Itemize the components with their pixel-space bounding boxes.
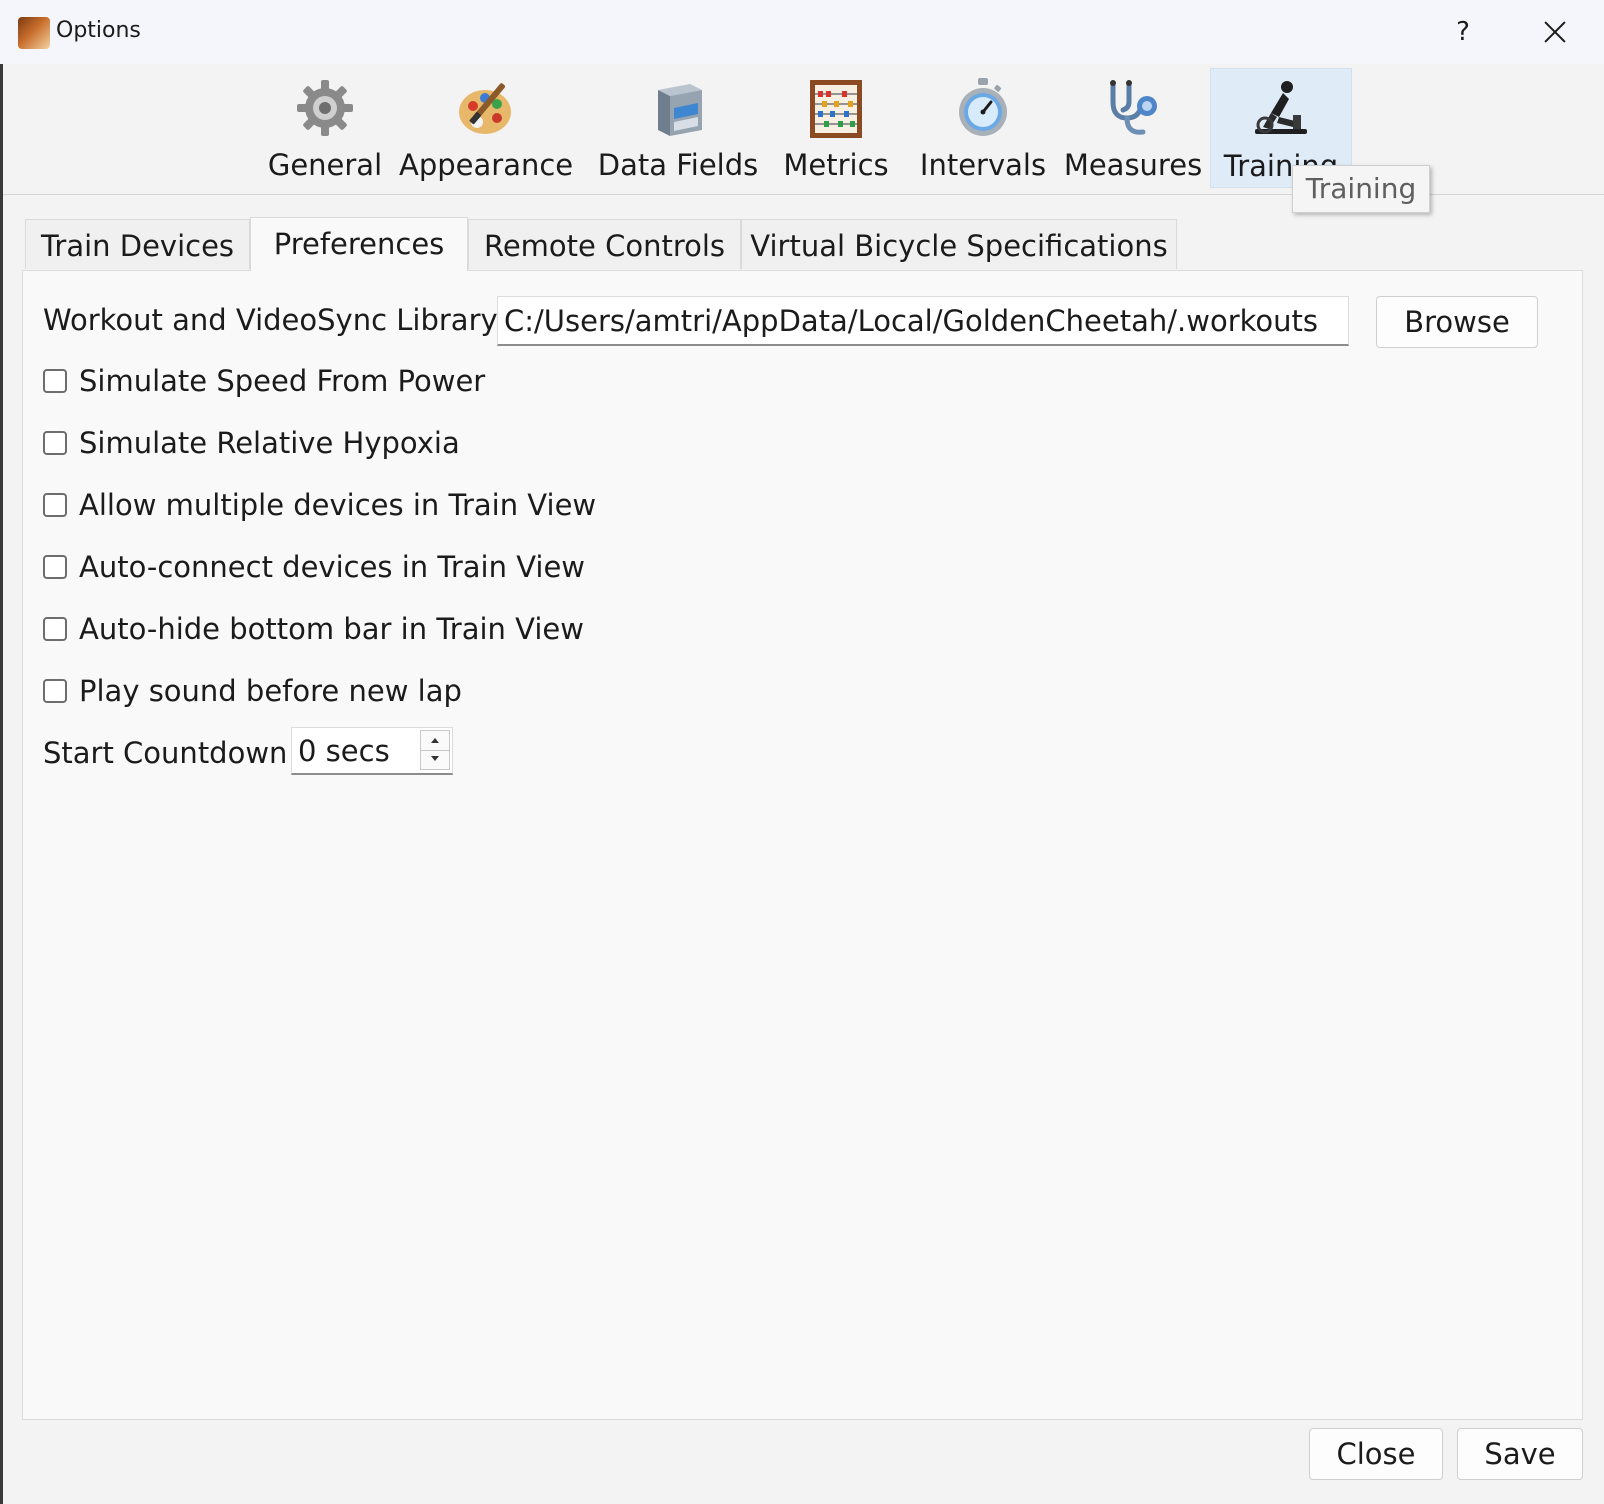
file-cabinet-icon [658,84,702,136]
section-appearance[interactable]: Appearance [399,68,574,188]
spin-buttons [420,730,450,770]
spin-down-icon[interactable] [421,750,449,769]
section-general[interactable]: General [255,68,395,188]
section-general-label: General [267,148,383,182]
checkbox-square[interactable] [43,555,67,579]
checkbox-label: Simulate Relative Hypoxia [79,426,460,460]
tab-virtual-bicycle-specifications[interactable]: Virtual Bicycle Specifications [741,219,1177,269]
options-dialog: Options ? General Appearance Data Fields… [0,0,1604,1504]
app-logo-icon [18,17,50,49]
tab-train-devices[interactable]: Train Devices [25,219,250,269]
close-button[interactable]: Close [1309,1428,1443,1480]
close-icon[interactable] [1530,10,1580,54]
tab-remote-controls[interactable]: Remote Controls [468,219,741,269]
tab-preferences[interactable]: Preferences [250,217,468,271]
checkbox-label: Play sound before new lap [79,674,462,708]
section-measures[interactable]: Measures [1063,68,1203,188]
help-button[interactable]: ? [1440,10,1486,54]
section-metrics-label: Metrics [783,148,889,182]
checkbox-square[interactable] [43,617,67,641]
section-appearance-label: Appearance [399,148,574,182]
browse-button[interactable]: Browse [1376,296,1538,348]
checkbox-label: Allow multiple devices in Train View [79,488,597,522]
trainer-icon [1255,81,1307,134]
section-intervals[interactable]: Intervals [909,68,1057,188]
stethoscope-icon [1110,80,1157,135]
workout-library-path-input[interactable]: C:/Users/amtri/AppData/Local/GoldenCheet… [497,296,1349,346]
palette-icon [459,83,511,134]
checkbox-label: Auto-connect devices in Train View [79,550,586,584]
toolbar-tooltip: Training [1292,165,1430,213]
save-button[interactable]: Save [1457,1428,1583,1480]
section-data-fields-label: Data Fields [597,148,759,182]
main-panel: Train Devices Preferences Remote Control… [3,195,1604,1504]
checkbox-square[interactable] [43,493,67,517]
checkbox-label: Simulate Speed From Power [79,364,486,398]
section-data-fields[interactable]: Data Fields [593,68,763,188]
start-countdown-spinbox[interactable]: 0 secs [291,727,453,775]
start-countdown-label: Start Countdown [43,736,288,770]
abacus-icon [810,80,862,138]
section-measures-label: Measures [1063,148,1203,182]
section-metrics[interactable]: Metrics [769,68,903,188]
checkbox-square[interactable] [43,431,67,455]
preferences-panel: Workout and VideoSync Library C:/Users/a… [22,270,1583,1420]
spin-up-icon[interactable] [421,731,449,751]
checkbox-square[interactable] [43,679,67,703]
workout-library-label: Workout and VideoSync Library [43,303,498,337]
checkbox-square[interactable] [43,369,67,393]
stopwatch-icon [959,78,1007,136]
countdown-value: 0 secs [298,734,390,768]
gear-icon [297,80,353,136]
checkbox-label: Auto-hide bottom bar in Train View [79,612,584,646]
title-bar: Options ? [0,0,1604,64]
window-title: Options [56,18,141,43]
section-intervals-label: Intervals [919,148,1047,182]
